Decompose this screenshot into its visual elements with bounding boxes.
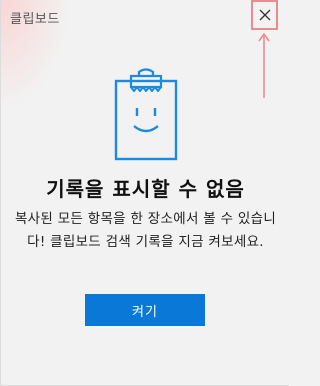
clipboard-panel: 클립보드 기록을 표시할 수 없음 복사된 모든 항목을 한 장소에서 볼 수 … <box>0 0 289 386</box>
arrow-up-icon <box>258 33 270 98</box>
close-button[interactable] <box>253 2 276 28</box>
clipboard-smile-icon <box>114 68 178 161</box>
empty-state-description: 복사된 모든 항목을 한 장소에서 볼 수 있습니다! 클립보드 검색 기록을 … <box>14 211 277 250</box>
turn-on-button-label: 켜기 <box>132 304 158 320</box>
empty-state-heading: 기록을 표시할 수 없음 <box>46 177 245 201</box>
turn-on-button[interactable]: 켜기 <box>85 294 205 326</box>
close-icon <box>259 9 270 21</box>
window-title: 클립보드 <box>10 12 60 27</box>
